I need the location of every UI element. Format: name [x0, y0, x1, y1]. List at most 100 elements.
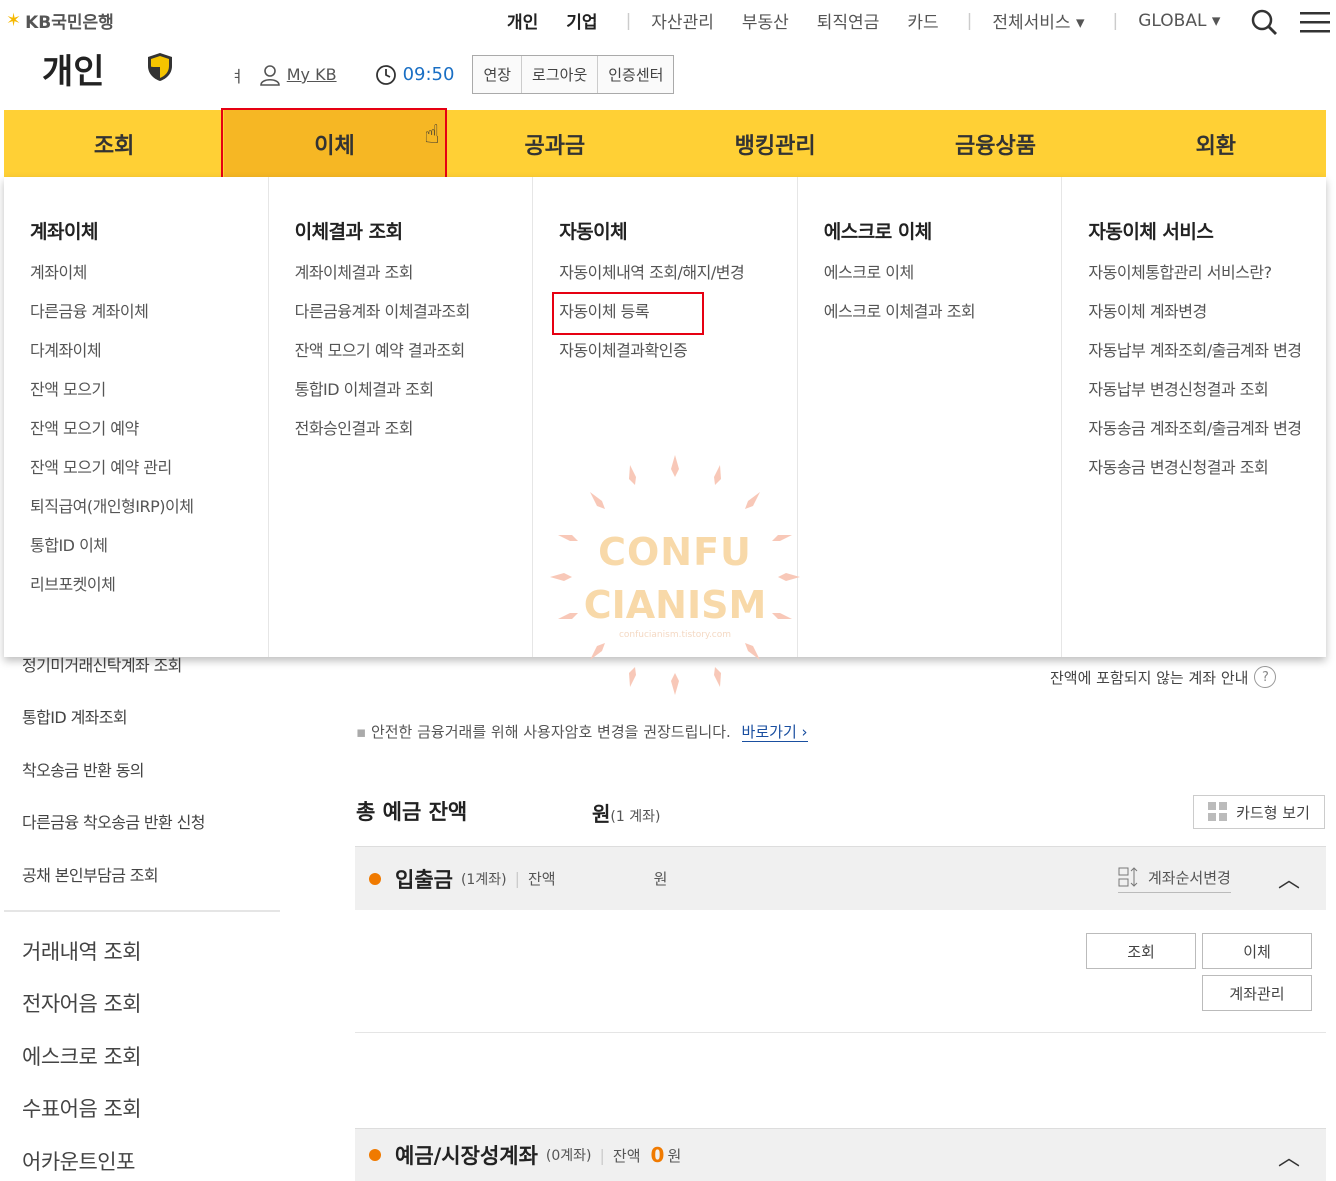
user-icon	[259, 64, 280, 86]
sidebar-item-large[interactable]: 어카운트인포	[22, 1146, 135, 1176]
total-balance-label: 총 예금 잔액	[356, 800, 468, 824]
transfer-button[interactable]: 이체	[1202, 933, 1312, 969]
user-bar: ㅕ My KB 09:50 연장 로그아웃 인증센터	[230, 55, 675, 94]
menu-link[interactable]: 자동이체 계좌변경	[1088, 301, 1326, 323]
top-nav: 개인 기업 | 자산관리 부동산 퇴직연금 카드 | 전체서비스 ▾ | GLO…	[507, 8, 1248, 34]
dropdown-col-transfer-results: 이체결과 조회 계좌이체결과 조회 다른금융계좌 이체결과조회 잔액 모으기 예…	[269, 177, 534, 657]
sidebar-item[interactable]: 공채 본인부담금 조회	[22, 862, 159, 886]
menu-link[interactable]: 통합ID 이체결과 조회	[295, 379, 533, 401]
menu-icon[interactable]	[1300, 10, 1330, 34]
collapse-chevron-icon[interactable]: ︿	[1278, 862, 1300, 894]
divider: |	[599, 1145, 605, 1165]
menu-link[interactable]: 퇴직급여(개인형IRP)이체	[30, 496, 268, 518]
menu-link[interactable]: 전화승인결과 조회	[295, 418, 533, 440]
orange-dot-icon	[369, 872, 381, 885]
balance-unit: 원	[667, 1146, 682, 1165]
menu-link[interactable]: 자동송금 변경신청결과 조회	[1088, 457, 1326, 479]
section-savings-market: 예금/시장성계좌 (0계좌) | 잔액 0 원	[355, 1128, 1326, 1181]
nav-global[interactable]: GLOBAL ▾	[1138, 11, 1220, 31]
menu-link[interactable]: 통합ID 이체	[30, 535, 268, 557]
clock-icon	[375, 64, 396, 85]
sidebar-item-large[interactable]: 거래내역 조회	[22, 936, 142, 966]
col-title: 자동이체 서비스	[1088, 221, 1214, 243]
shortcut-link[interactable]: 바로가기 ›	[741, 723, 808, 742]
balance-label: 잔액	[612, 1146, 641, 1165]
menu-link[interactable]: 다른금융 계좌이체	[30, 301, 268, 323]
col-title: 계좌이체	[30, 221, 98, 243]
user-glyph: ㅕ	[230, 66, 245, 86]
cert-center-button[interactable]: 인증센터	[598, 56, 674, 93]
card-view-label: 카드형 보기	[1236, 803, 1310, 822]
kb-logo[interactable]: ✶ KB국민은행	[6, 8, 114, 33]
sort-icon	[1118, 867, 1138, 887]
menu-link[interactable]: 자동송금 계좌조회/출금계좌 변경	[1088, 418, 1326, 440]
nav-pension[interactable]: 퇴직연금	[817, 8, 880, 33]
menu-link[interactable]: 자동이체결과확인증	[559, 340, 797, 362]
sidebar-item[interactable]: 다른금융 착오송금 반환 신청	[22, 809, 206, 833]
nav-divider: |	[966, 10, 973, 31]
menu-banking-management[interactable]: 뱅킹관리	[665, 110, 885, 177]
excluded-accounts-hint: 잔액에 포함되지 않는 계좌 안내 ?	[1050, 666, 1277, 688]
search-icon[interactable]	[1250, 8, 1278, 36]
section-title: 예금/시장성계좌	[395, 1144, 538, 1168]
menu-utility-bills[interactable]: 공과금	[445, 110, 665, 177]
menu-link[interactable]: 잔액 모으기 예약 결과조회	[295, 340, 533, 362]
menu-link[interactable]: 계좌이체	[30, 262, 268, 284]
menu-link[interactable]: 자동납부 변경신청결과 조회	[1088, 379, 1326, 401]
logo-text: KB국민은행	[25, 13, 114, 33]
menu-link[interactable]: 잔액 모으기 예약 관리	[30, 457, 268, 479]
kb-star-icon: ✶	[6, 10, 22, 31]
nav-asset[interactable]: 자산관리	[651, 8, 714, 33]
col-title: 에스크로 이체	[823, 221, 932, 243]
balance-amount: 0	[650, 1143, 665, 1167]
nav-divider: |	[1112, 10, 1119, 31]
menu-link[interactable]: 다계좌이체	[30, 340, 268, 362]
menu-inquiry[interactable]: 조회	[4, 110, 224, 177]
section-divider	[355, 1032, 1326, 1033]
inquiry-button[interactable]: 조회	[1086, 933, 1196, 969]
grid-icon	[1208, 802, 1228, 821]
sidebar-item-large[interactable]: 에스크로 조회	[22, 1041, 142, 1071]
menu-link[interactable]: 계좌이체결과 조회	[295, 262, 533, 284]
menu-link[interactable]: 잔액 모으기 예약	[30, 418, 268, 440]
menu-link[interactable]: 자동납부 계좌조회/출금계좌 변경	[1088, 340, 1326, 362]
nav-card[interactable]: 카드	[907, 8, 938, 33]
page-title: 개인	[42, 52, 105, 92]
mykb-link[interactable]: My KB	[287, 65, 337, 84]
account-manage-button[interactable]: 계좌관리	[1202, 975, 1312, 1011]
reorder-accounts-button[interactable]: 계좌순서변경	[1118, 866, 1231, 893]
balance-label: 잔액	[527, 870, 556, 888]
orange-dot-icon	[369, 1149, 381, 1161]
menu-foreign-exchange[interactable]: 외환	[1106, 110, 1326, 177]
password-notice: ▪ 안전한 금융거래를 위해 사용자암호 변경을 권장드립니다. 바로가기 ›	[356, 721, 808, 742]
dropdown-col-auto-transfer: 자동이체 자동이체내역 조회/해지/변경 자동이체 등록 자동이체결과확인증	[533, 177, 798, 657]
sidebar-item-large[interactable]: 전자어음 조회	[22, 988, 142, 1018]
nav-business[interactable]: 기업	[566, 8, 597, 33]
menu-link[interactable]: 자동이체통합관리 서비스란?	[1088, 262, 1326, 284]
sidebar-item[interactable]: 착오송금 반환 동의	[22, 757, 145, 781]
session-buttons: 연장 로그아웃 인증센터	[472, 55, 675, 94]
menu-link[interactable]: 리브포켓이체	[30, 574, 268, 596]
sidebar-item-large[interactable]: 수표어음 조회	[22, 1093, 142, 1123]
menu-link[interactable]: 에스크로 이체	[824, 262, 1062, 284]
help-icon[interactable]: ?	[1254, 666, 1277, 688]
left-sidebar: 정기미거래신탁계좌 조회 통합ID 계좌조회 착오송금 반환 동의 다른금융 착…	[4, 640, 280, 1181]
card-view-button[interactable]: 카드형 보기	[1193, 795, 1325, 829]
section-count: (0계좌)	[545, 1148, 592, 1164]
nav-realestate[interactable]: 부동산	[742, 8, 789, 33]
extend-button[interactable]: 연장	[473, 56, 523, 93]
nav-all-services[interactable]: 전체서비스 ▾	[992, 8, 1084, 33]
total-balance-unit: 원(1 계좌)	[592, 798, 660, 827]
main-menu: 조회 이체 공과금 뱅킹관리 금융상품 외환	[4, 110, 1326, 177]
nav-personal[interactable]: 개인	[507, 8, 538, 33]
sidebar-item[interactable]: 통합ID 계좌조회	[22, 704, 128, 728]
logout-button[interactable]: 로그아웃	[522, 56, 599, 93]
menu-link[interactable]: 잔액 모으기	[30, 379, 268, 401]
dropdown-col-account-transfer: 계좌이체 계좌이체 다른금융 계좌이체 다계좌이체 잔액 모으기 잔액 모으기 …	[4, 177, 269, 657]
menu-financial-products[interactable]: 금융상품	[885, 110, 1105, 177]
menu-link[interactable]: 자동이체내역 조회/해지/변경	[559, 262, 797, 284]
collapse-chevron-icon[interactable]: ︿	[1278, 1140, 1300, 1172]
menu-link[interactable]: 다른금융계좌 이체결과조회	[295, 301, 533, 323]
menu-link[interactable]: 에스크로 이체결과 조회	[824, 301, 1062, 323]
balance-unit: 원	[653, 870, 668, 888]
